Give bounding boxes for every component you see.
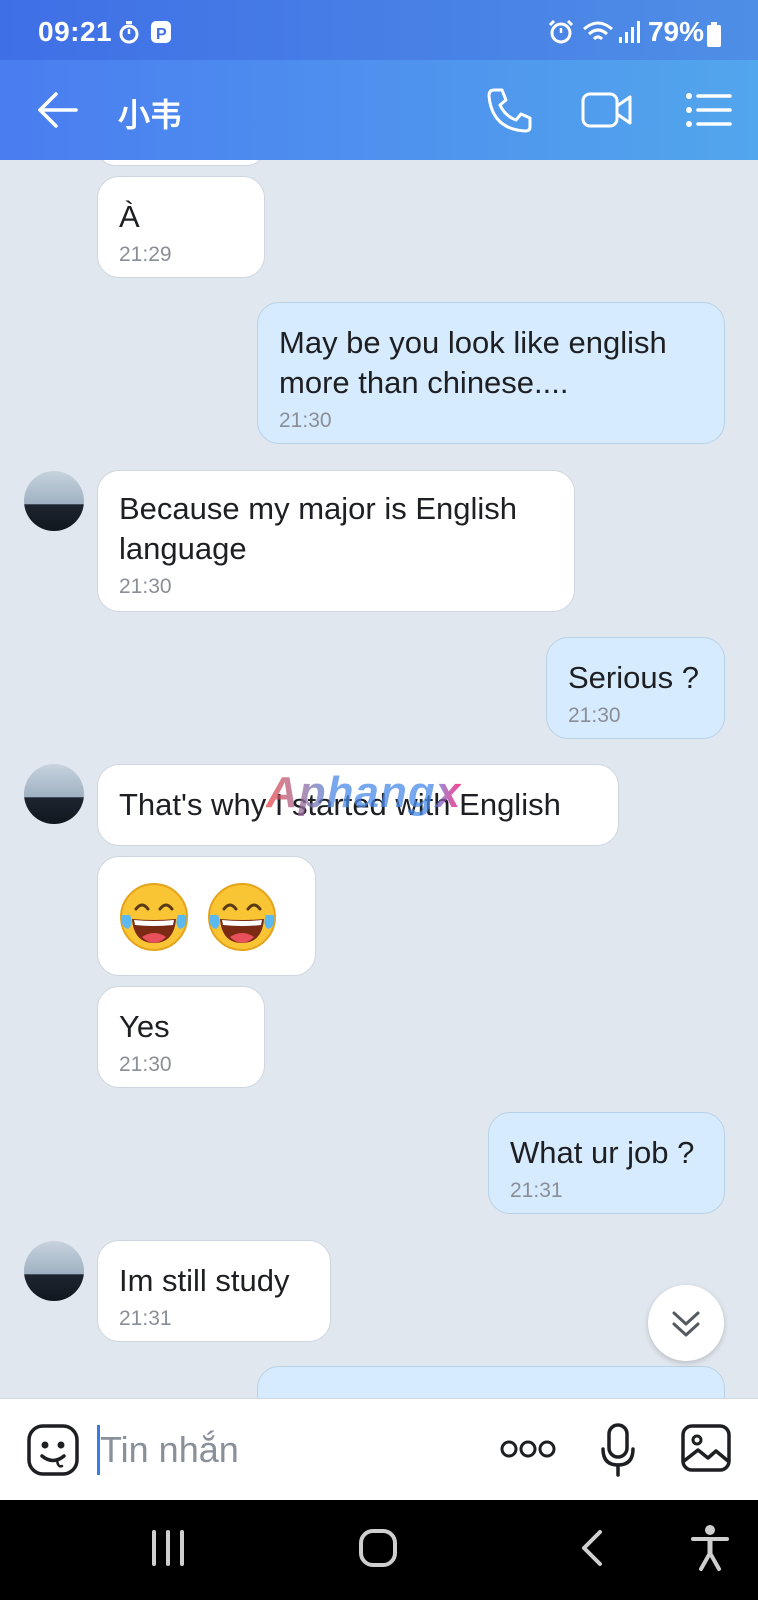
contact-name[interactable]: 小韦 (118, 90, 182, 136)
home-icon[interactable] (358, 1528, 398, 1568)
status-bar: 09:21 P 79% (0, 0, 758, 60)
message-text: À (119, 199, 140, 234)
avatar[interactable] (24, 1241, 84, 1301)
image-icon[interactable] (680, 1423, 732, 1473)
message-bubble-incoming[interactable]: That's why I started with English (97, 764, 619, 846)
message-text: Im still study (119, 1263, 290, 1298)
message-bubble-outgoing[interactable]: Serious ? 21:30 (546, 637, 725, 739)
message-time: 21:31 (119, 1307, 172, 1330)
svg-text:P: P (156, 26, 167, 43)
message-time: 21:31 (510, 1179, 563, 1202)
message-text: Serious ? (568, 660, 699, 695)
message-list[interactable]: À 21:29 May be you look like english mor… (0, 160, 758, 1398)
message-text: Yes (119, 1009, 170, 1044)
more-dots-icon[interactable] (500, 1437, 556, 1461)
message-bubble-partial (257, 1366, 725, 1398)
video-call-icon[interactable] (580, 86, 634, 134)
scroll-to-bottom-button[interactable] (648, 1285, 724, 1361)
laughing-emoji-icon (120, 883, 188, 951)
message-time: 21:30 (119, 575, 172, 598)
alarm-icon (548, 20, 574, 44)
sticker-icon[interactable] (26, 1423, 80, 1477)
double-chevron-down-icon (672, 1311, 700, 1337)
back-arrow-icon[interactable] (36, 88, 80, 132)
battery-icon (707, 22, 721, 47)
avatar[interactable] (24, 471, 84, 531)
system-nav-bar (0, 1500, 758, 1600)
signal-icon (619, 21, 640, 43)
microphone-icon[interactable] (600, 1423, 636, 1477)
message-text: What ur job ? (510, 1135, 695, 1170)
chat-header: 小韦 (0, 60, 758, 160)
message-input[interactable]: Tin nhắn (100, 1429, 239, 1471)
message-bubble-outgoing[interactable]: What ur job ? 21:31 (488, 1112, 725, 1214)
message-bubble-incoming[interactable]: Yes 21:30 (97, 986, 265, 1088)
message-bubble-incoming[interactable]: À 21:29 (97, 176, 265, 278)
avatar[interactable] (24, 764, 84, 824)
message-bubble-incoming[interactable]: Because my major is English language 21:… (97, 470, 575, 612)
message-time: 21:30 (568, 704, 621, 727)
message-bubble-partial (97, 160, 265, 166)
accessibility-icon[interactable] (690, 1524, 730, 1572)
message-bubble-incoming[interactable]: Im still study 21:31 (97, 1240, 331, 1342)
p-app-icon: P (151, 21, 171, 43)
message-time: 21:29 (119, 243, 172, 266)
menu-icon[interactable] (684, 86, 734, 134)
recent-apps-icon[interactable] (150, 1528, 186, 1568)
message-bubble-emoji[interactable] (97, 856, 316, 976)
message-time: 21:30 (279, 409, 332, 432)
wifi-icon (583, 21, 613, 41)
message-bubble-outgoing[interactable]: May be you look like english more than c… (257, 302, 725, 444)
back-nav-icon[interactable] (578, 1528, 606, 1568)
laughing-emoji-icon (208, 883, 276, 951)
message-text: May be you look like english more than c… (279, 325, 667, 400)
message-time: 21:30 (119, 1053, 172, 1076)
message-text: That's why I started with English (119, 787, 561, 822)
phone-icon[interactable] (484, 86, 534, 134)
status-time: 09:21 (38, 16, 113, 47)
timer-icon (119, 21, 139, 44)
message-text: Because my major is English language (119, 491, 517, 566)
battery-percent: 79% (647, 16, 704, 47)
message-composer: Tin nhắn (0, 1398, 758, 1500)
